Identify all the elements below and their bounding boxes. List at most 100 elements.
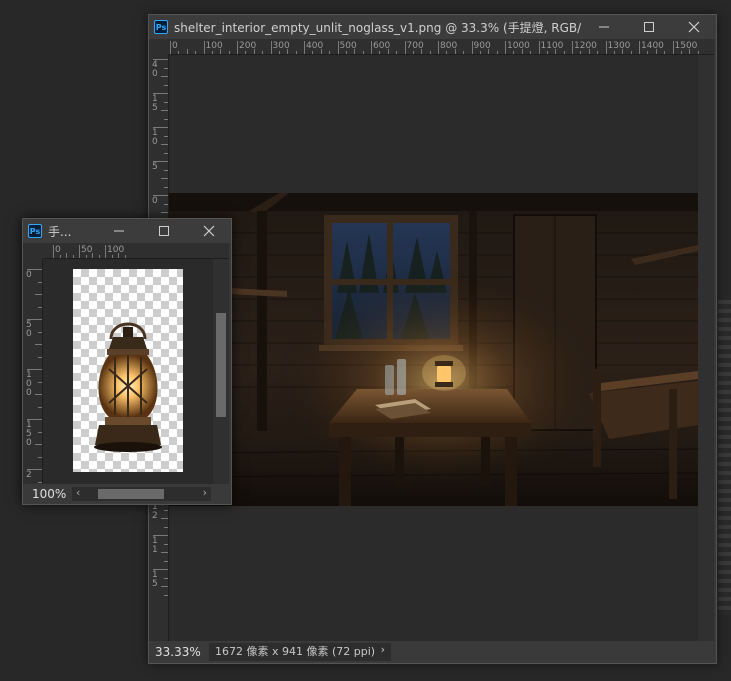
- ruler-minor-tick: [164, 67, 168, 69]
- photoshop-app-icon: Ps: [154, 20, 168, 34]
- canvas-area[interactable]: [43, 259, 213, 484]
- maximize-button[interactable]: [141, 219, 186, 243]
- ruler-label: 2: [26, 470, 32, 480]
- ruler-minor-tick: [164, 577, 168, 579]
- vertical-scrollbar[interactable]: [213, 259, 229, 484]
- ruler-label: 1 5: [152, 94, 158, 113]
- maximize-icon: [158, 226, 169, 236]
- ruler-label: 1500: [674, 41, 698, 51]
- ruler-label: 1 0 0: [26, 370, 32, 398]
- ruler-minor-tick: [164, 84, 168, 86]
- ruler-minor-tick: [164, 118, 168, 120]
- chevron-right-icon: ›: [380, 643, 385, 656]
- vertical-scrollbar[interactable]: [698, 55, 714, 641]
- ruler-minor-tick: [38, 281, 42, 283]
- minimize-button[interactable]: [96, 219, 141, 243]
- ruler-minor-tick: [35, 294, 42, 295]
- ruler-corner[interactable]: [149, 39, 169, 55]
- ruler-minor-tick: [38, 456, 42, 458]
- ruler-label: 100: [205, 41, 223, 51]
- ruler-minor-tick: [161, 552, 168, 553]
- horizontal-ruler[interactable]: 0 50 100: [43, 243, 229, 259]
- ruler-label: 700: [406, 41, 424, 51]
- ruler-label: 800: [440, 41, 458, 51]
- ruler-minor-tick: [164, 169, 168, 171]
- ruler-label: 1200: [574, 41, 597, 51]
- ruler-label: 1 5 0: [26, 420, 32, 448]
- ruler-minor-tick: [38, 356, 42, 358]
- ruler-tick: [371, 41, 372, 54]
- document-info-button[interactable]: 1672 像素 x 941 像素 (72 ppi) ›: [209, 643, 391, 661]
- ruler-label: 0: [55, 245, 61, 255]
- ruler-corner[interactable]: [23, 243, 43, 259]
- document-window-main[interactable]: Ps shelter_interior_empty_unlit_noglass_…: [148, 14, 717, 664]
- ruler-label: 1000: [507, 41, 530, 51]
- ruler-minor-tick: [161, 212, 168, 213]
- ruler-minor-tick: [38, 481, 42, 483]
- lantern-image: [94, 322, 162, 452]
- transparent-canvas[interactable]: [73, 269, 183, 472]
- ruler-tick: [337, 41, 339, 54]
- close-icon: [203, 225, 214, 237]
- scroll-right-icon[interactable]: ›: [203, 486, 207, 499]
- ruler-tick: [605, 41, 607, 54]
- ruler-minor-tick: [38, 431, 42, 433]
- title-bar[interactable]: Ps 手...: [23, 219, 231, 243]
- maximize-button[interactable]: [626, 15, 671, 39]
- ruler-minor-tick: [164, 560, 168, 562]
- ruler-minor-tick: [35, 444, 42, 445]
- document-canvas-image[interactable]: [169, 193, 698, 506]
- ruler-tick: [79, 245, 80, 258]
- background-strip: [718, 300, 731, 615]
- ruler-label: 1400: [641, 41, 664, 51]
- horizontal-scroll-thumb[interactable]: [98, 489, 164, 499]
- ruler-tick: [572, 41, 573, 54]
- ruler-tick: [203, 41, 205, 54]
- ruler-label: 200: [239, 41, 257, 51]
- ruler-label: 0: [152, 196, 158, 206]
- ruler-label: 0: [26, 270, 32, 280]
- document-title: shelter_interior_empty_unlit_noglass_v1.…: [174, 20, 581, 35]
- ruler-tick: [237, 41, 238, 54]
- ruler-label: 4 0: [152, 60, 158, 79]
- ruler-minor-tick: [164, 186, 168, 188]
- vertical-ruler[interactable]: 0 5 0 1 0 0 1 5 0 2: [23, 259, 43, 484]
- photoshop-app-icon: Ps: [28, 224, 42, 238]
- scroll-left-icon[interactable]: ‹: [76, 486, 80, 499]
- ruler-label: 1 0: [152, 128, 158, 147]
- ruler-minor-tick: [161, 144, 168, 145]
- ruler-minor-tick: [164, 594, 168, 596]
- vertical-scroll-thumb[interactable]: [216, 313, 226, 417]
- ruler-label: 300: [272, 41, 290, 51]
- document-dimensions: 1672 像素 x 941 像素 (72 ppi): [215, 645, 376, 658]
- maximize-icon: [643, 22, 654, 32]
- canvas-area[interactable]: [169, 55, 714, 641]
- ruler-label: 600: [373, 41, 391, 51]
- minimize-button[interactable]: [581, 15, 626, 39]
- document-title: 手...: [48, 224, 72, 239]
- minimize-icon: [598, 26, 609, 28]
- ruler-label: 900: [473, 41, 491, 51]
- zoom-level-field[interactable]: 33.33%: [155, 645, 205, 659]
- ruler-label: 500: [339, 41, 357, 51]
- ruler-tick: [304, 41, 305, 54]
- status-bar: 33.33% 1672 像素 x 941 像素 (72 ppi) ›: [149, 641, 716, 663]
- ruler-minor-tick: [35, 344, 42, 345]
- horizontal-ruler[interactable]: 0 100 200 300 400 500 600 700 800 900 1000 1100 1200…: [169, 39, 714, 55]
- ruler-tick: [471, 41, 473, 54]
- close-button[interactable]: [186, 219, 231, 243]
- ruler-minor-tick: [161, 178, 168, 179]
- status-bar: 100% ‹ ›: [23, 484, 231, 504]
- document-window-lantern[interactable]: Ps 手... 0 50 100 05 01 0 01 5 02 100% ‹ …: [22, 218, 232, 505]
- ruler-tick: [270, 41, 272, 54]
- ruler-minor-tick: [38, 406, 42, 408]
- ruler-tick: [404, 41, 406, 54]
- zoom-level-field[interactable]: 100%: [32, 487, 72, 501]
- ruler-minor-tick: [164, 152, 168, 154]
- horizontal-scrollbar[interactable]: ‹ ›: [72, 486, 211, 501]
- ruler-label: 1300: [607, 41, 631, 51]
- ruler-label: 1 2: [152, 502, 158, 521]
- ruler-tick: [672, 41, 674, 54]
- title-bar[interactable]: Ps shelter_interior_empty_unlit_noglass_…: [149, 15, 716, 39]
- close-button[interactable]: [671, 15, 716, 39]
